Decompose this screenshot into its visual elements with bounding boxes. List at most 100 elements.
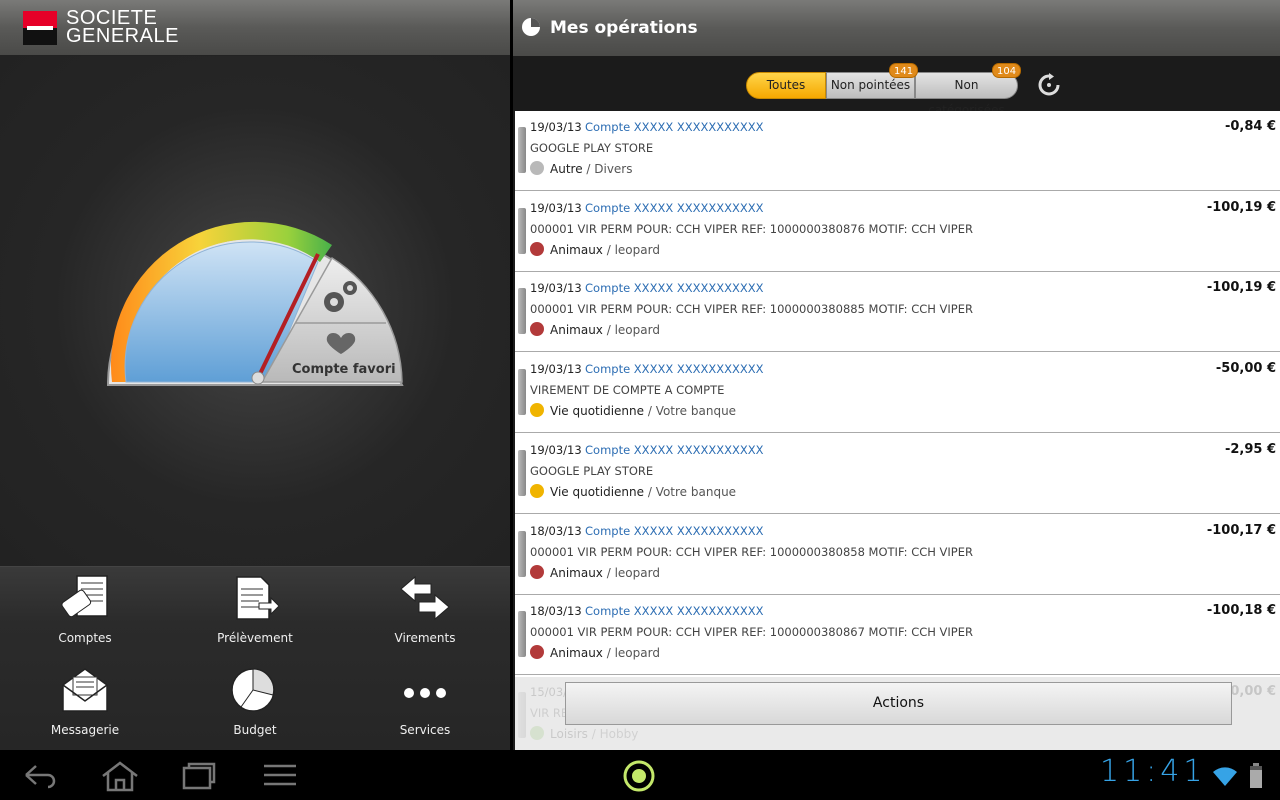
app-notification-icon[interactable] bbox=[622, 759, 656, 793]
tile-budget[interactable]: Budget bbox=[170, 659, 340, 749]
menu-icon[interactable] bbox=[262, 760, 298, 790]
category-name: Animaux bbox=[550, 646, 603, 661]
tile-virements[interactable]: Virements bbox=[340, 567, 510, 657]
actions-button[interactable]: Actions bbox=[565, 682, 1232, 725]
row-drag-handle[interactable] bbox=[518, 127, 526, 173]
favorite-account-label[interactable]: Compte favori bbox=[292, 362, 396, 377]
operation-account-link[interactable]: Compte XXXXX XXXXXXXXXXX bbox=[585, 524, 764, 538]
category-icon bbox=[530, 645, 544, 660]
operation-amount: -100,17 € bbox=[1206, 522, 1276, 538]
accounts-icon bbox=[61, 575, 108, 618]
operation-category[interactable]: Animaux / leopard bbox=[530, 645, 660, 660]
operation-account-link[interactable]: Compte XXXXX XXXXXXXXXXX bbox=[585, 120, 764, 134]
operation-category[interactable]: Vie quotidienne / Votre banque bbox=[530, 483, 737, 499]
operation-account-link[interactable]: Compte XXXXX XXXXXXXXXXX bbox=[585, 362, 764, 376]
home-icon[interactable] bbox=[100, 760, 140, 792]
category-icon bbox=[530, 241, 544, 256]
brand-bar: SOCIETE GENERALE bbox=[0, 0, 510, 56]
operation-category[interactable]: Animaux / leopard bbox=[530, 564, 660, 580]
pie-chart-icon bbox=[522, 18, 540, 36]
subcategory-name: leopard bbox=[614, 323, 660, 338]
direct-debit-icon bbox=[236, 576, 280, 620]
operation-amount: -50,00 € bbox=[1215, 361, 1276, 377]
operation-amount: -100,19 € bbox=[1206, 199, 1276, 215]
category-name: Animaux bbox=[550, 565, 603, 580]
operations-header: Mes opérations bbox=[513, 0, 1280, 56]
tile-virements-label: Virements bbox=[394, 631, 456, 645]
category-icon bbox=[530, 483, 544, 498]
category-name: Animaux bbox=[550, 323, 603, 338]
operations-panel: Mes opérations Toutes Non pointées Non c… bbox=[513, 0, 1280, 750]
row-drag-handle[interactable] bbox=[518, 207, 526, 254]
row-drag-handle[interactable] bbox=[518, 288, 526, 335]
not-checked-count-badge: 141 bbox=[889, 63, 919, 78]
operation-date: 18/03/13 bbox=[530, 523, 582, 538]
operation-row[interactable]: 19/03/13 Compte XXXXX XXXXXXXXXXX -0,84 € G… bbox=[515, 111, 1280, 191]
brand-line2: GENERALE bbox=[66, 25, 179, 47]
operation-row[interactable]: 18/03/13 Compte XXXXX XXXXXXXXXXX -100,18 … bbox=[515, 595, 1280, 676]
operation-label: 000001 VIR PERM POUR: CCH VIPER REF: 100… bbox=[530, 302, 974, 317]
page-title: Mes opérations bbox=[550, 18, 698, 38]
operations-list[interactable]: 19/03/13 Compte XXXXX XXXXXXXXXXX -0,84 € G… bbox=[515, 111, 1280, 750]
tile-services[interactable]: Services bbox=[340, 659, 510, 749]
shortcut-tiles: Comptes Prélèvement Virements Messagerie… bbox=[0, 566, 510, 750]
operation-row[interactable]: 19/03/13 Compte XXXXX XXXXXXXXXXX -50,00 €… bbox=[515, 353, 1280, 434]
tile-messagerie[interactable]: Messagerie bbox=[0, 659, 170, 749]
category-name: Animaux bbox=[550, 242, 603, 257]
left-panel: SOCIETE GENERALE Compte favori Comptes P… bbox=[0, 0, 510, 750]
operation-label: 000001 VIR PERM POUR: CCH VIPER REF: 100… bbox=[530, 221, 974, 236]
category-name: Vie quotidienne bbox=[550, 404, 645, 419]
operation-label: VIREMENT DE COMPTE A COMPTE bbox=[530, 383, 725, 398]
operation-row[interactable]: 18/03/13 Compte XXXXX XXXXXXXXXXX -100,17 … bbox=[515, 514, 1280, 595]
subcategory-name: Votre banque bbox=[655, 484, 737, 499]
recent-apps-icon[interactable] bbox=[180, 760, 218, 792]
subcategory-name: leopard bbox=[614, 242, 660, 257]
more-icon bbox=[404, 688, 446, 698]
row-drag-handle[interactable] bbox=[518, 449, 526, 496]
operation-date: 19/03/13 bbox=[530, 442, 582, 457]
operation-account-link[interactable]: Compte XXXXX XXXXXXXXXXX bbox=[585, 281, 764, 295]
mail-icon bbox=[62, 668, 108, 712]
category-icon bbox=[530, 403, 544, 418]
operation-row[interactable]: 19/03/13 Compte XXXXX XXXXXXXXXXX -100,19 … bbox=[515, 191, 1280, 272]
operation-row[interactable]: 19/03/13 Compte XXXXX XXXXXXXXXXX -100,19 … bbox=[515, 272, 1280, 353]
wifi-icon bbox=[1213, 767, 1237, 786]
operation-row[interactable]: 19/03/13 Compte XXXXX XXXXXXXXXXX -2,95 € G… bbox=[515, 433, 1280, 514]
category-icon bbox=[530, 564, 544, 579]
tile-comptes-label: Comptes bbox=[58, 631, 112, 645]
back-icon[interactable] bbox=[22, 760, 58, 790]
operation-date: 19/03/13 bbox=[530, 200, 582, 215]
operation-amount: -100,18 € bbox=[1206, 603, 1276, 619]
operation-category[interactable]: Autre / Divers bbox=[530, 161, 633, 176]
operation-date: 19/03/13 bbox=[530, 362, 582, 377]
tile-prelevement-label: Prélèvement bbox=[217, 631, 293, 645]
tile-comptes[interactable]: Comptes bbox=[0, 567, 170, 657]
operation-category[interactable]: Vie quotidienne / Votre banque bbox=[530, 403, 736, 418]
operation-account-link[interactable]: Compte XXXXX XXXXXXXXXXX bbox=[585, 201, 764, 215]
operation-label: GOOGLE PLAY STORE bbox=[530, 141, 654, 155]
operation-category[interactable]: Animaux / leopard bbox=[530, 241, 660, 257]
operation-account-link[interactable]: Compte XXXXX XXXXXXXXXXX bbox=[585, 604, 764, 618]
uncategorized-count-badge: 104 bbox=[992, 63, 1022, 78]
row-drag-handle[interactable] bbox=[518, 369, 526, 416]
operation-account-link[interactable]: Compte XXXXX XXXXXXXXXXX bbox=[585, 443, 764, 457]
filter-all-button[interactable]: Toutes bbox=[746, 72, 826, 99]
subcategory-name: Divers bbox=[594, 162, 633, 176]
category-icon bbox=[530, 161, 544, 175]
filter-bar: Toutes Non pointées Non catégorisées 141… bbox=[513, 56, 1280, 117]
tile-prelevement[interactable]: Prélèvement bbox=[170, 567, 340, 657]
societe-generale-logo-icon bbox=[23, 11, 57, 45]
subcategory-name: Votre banque bbox=[655, 404, 737, 419]
row-drag-handle[interactable] bbox=[518, 611, 526, 658]
refresh-icon[interactable] bbox=[1037, 73, 1061, 97]
operation-category[interactable]: Animaux / leopard bbox=[530, 322, 660, 337]
row-drag-handle[interactable] bbox=[518, 530, 526, 577]
category-icon bbox=[530, 322, 544, 337]
operation-amount: -0,84 € bbox=[1224, 119, 1276, 134]
budget-pie-icon bbox=[231, 668, 275, 712]
operation-amount: -100,19 € bbox=[1206, 280, 1276, 296]
tile-messagerie-label: Messagerie bbox=[50, 723, 120, 737]
status-clock: 11:41 bbox=[1100, 754, 1207, 789]
actions-overlay: Actions bbox=[515, 677, 1280, 750]
tile-services-label: Services bbox=[399, 723, 451, 737]
